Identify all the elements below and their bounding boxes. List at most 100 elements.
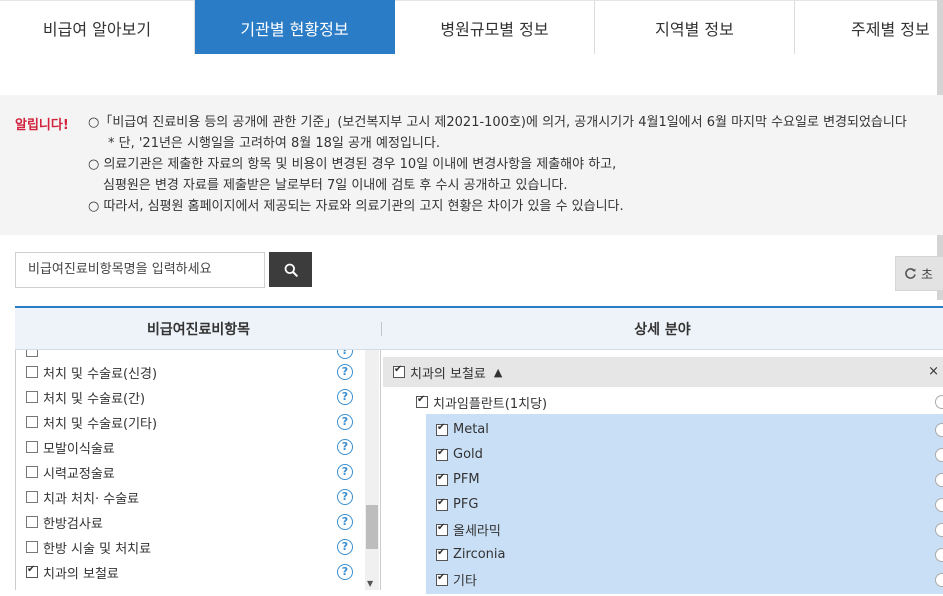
notice-text: ○「비급여 진료비용 등의 공개에 관한 기준」(보건복지부 고시 제2021-… <box>88 114 907 219</box>
reset-button[interactable]: 초 <box>895 256 943 291</box>
list-scrollbar[interactable]: ▼ <box>365 350 379 590</box>
radio-button[interactable] <box>935 395 943 409</box>
list-item[interactable]: 한방검사료 <box>26 512 103 532</box>
subcategory-row[interactable]: 치과임플란트(1치당) <box>416 390 943 414</box>
tab-region[interactable]: 지역별 정보 <box>595 0 795 54</box>
tab-topic[interactable]: 주제별 정보 <box>795 0 943 54</box>
detail-item[interactable]: 올세라믹 <box>436 517 943 542</box>
detail-item-label: Metal <box>453 422 489 437</box>
checkbox[interactable] <box>26 391 38 403</box>
help-icon[interactable]: ? <box>337 350 353 359</box>
detail-panel: 치과의 보철료 ▲ × 치과임플란트(1치당) Metal Gold PFM <box>383 350 943 596</box>
list-item[interactable]: 한방 시술 및 처치료 <box>26 537 151 557</box>
left-column-header: 비급여진료비항목 <box>146 322 251 338</box>
checkbox[interactable] <box>26 491 38 503</box>
close-icon[interactable]: × <box>928 364 939 379</box>
help-icon[interactable]: ? <box>337 414 353 430</box>
list-item-label: 처치 및 수술료(간) <box>43 391 146 407</box>
radio-button[interactable] <box>935 472 943 487</box>
notice-label: 알립니다! <box>15 118 69 133</box>
search-input[interactable]: 비급여진료비항목명을 입력하세요 <box>15 252 265 288</box>
detail-item[interactable]: 기타 <box>436 567 943 592</box>
checkbox[interactable] <box>26 516 38 528</box>
detail-item[interactable]: Zirconia <box>436 542 943 567</box>
checkbox-checked[interactable] <box>436 572 448 586</box>
radio-button[interactable] <box>935 547 943 562</box>
help-icon[interactable]: ? <box>337 464 353 480</box>
detail-item[interactable]: Gold <box>436 442 943 467</box>
help-icon[interactable]: ? <box>337 439 353 455</box>
list-item[interactable]: 처치 및 수술료(간) <box>26 387 145 407</box>
help-icon[interactable]: ? <box>337 564 353 580</box>
arrow-down-icon[interactable]: ▼ <box>367 579 373 588</box>
list-item-label: 시력교정술료 <box>43 466 115 482</box>
tab-hospital-size[interactable]: 병원규모별 정보 <box>395 0 595 54</box>
right-column-header: 상세 분야 <box>634 322 691 338</box>
detail-item-label: PFG <box>453 497 479 512</box>
reset-label: 초 <box>921 268 933 283</box>
search-icon <box>284 263 298 277</box>
radio-button[interactable] <box>935 497 943 512</box>
list-item[interactable]: 모발이식술료 <box>26 437 115 457</box>
help-icon[interactable]: ? <box>337 364 353 380</box>
checkbox-checked[interactable] <box>436 422 448 436</box>
list-item-label: 모발이식술료 <box>43 441 115 457</box>
list-item-label: 처치 및 수술료(기타) <box>43 416 158 432</box>
list-item[interactable]: 치과의 보철료 <box>26 562 119 582</box>
help-icon[interactable]: ? <box>337 489 353 505</box>
checkbox-checked[interactable] <box>436 497 448 511</box>
checkbox-checked[interactable] <box>436 472 448 486</box>
tab-bar: 비급여 알아보기 기관별 현황정보 병원규모별 정보 지역별 정보 주제별 정보 <box>0 0 943 54</box>
notice-line: ○ 따라서, 심평원 홈페이지에서 제공되는 자료와 의료기관의 고지 현황은 … <box>88 199 624 214</box>
search-button[interactable] <box>269 252 312 287</box>
detail-item-label: 올세라믹 <box>453 524 501 539</box>
subcategory-label: 치과임플란트(1치당) <box>433 396 548 412</box>
checkbox[interactable] <box>26 350 38 357</box>
detail-item[interactable]: PFG <box>436 492 943 517</box>
checkbox-checked[interactable] <box>436 522 448 536</box>
list-item-label: 처치 및 수술료(신경) <box>43 366 158 382</box>
list-item[interactable]: 치과 처치· 수술료 <box>26 487 139 507</box>
checkbox[interactable] <box>26 441 38 453</box>
list-item[interactable] <box>26 350 43 361</box>
notice-line: 심평원은 변경 자료를 제출받은 날로부터 7일 이내에 검토 후 수시 공개하… <box>103 178 568 193</box>
list-item-label: 치과의 보철료 <box>43 566 119 582</box>
list-item-label: 한방 시술 및 처치료 <box>43 541 152 557</box>
category-row[interactable]: 치과의 보철료 ▲ × <box>383 357 943 387</box>
list-item[interactable]: 처치 및 수술료(기타) <box>26 412 157 432</box>
help-icon[interactable]: ? <box>337 539 353 555</box>
detail-item-label: Gold <box>453 447 483 462</box>
notice-line: ○ 의료기관은 제출한 자료의 항목 및 비용이 변경된 경우 10일 이내에 … <box>88 157 617 172</box>
list-item[interactable]: 시력교정술료 <box>26 462 115 482</box>
help-icon[interactable]: ? <box>337 514 353 530</box>
chevron-up-icon[interactable]: ▲ <box>494 366 502 379</box>
checkbox-checked[interactable] <box>393 364 405 378</box>
detail-item[interactable]: PFM <box>436 467 943 492</box>
checkbox-checked[interactable] <box>26 564 38 578</box>
category-label: 치과의 보철료 <box>410 366 486 382</box>
detail-item[interactable]: Metal <box>436 417 943 442</box>
help-icon[interactable]: ? <box>337 389 353 405</box>
checkbox[interactable] <box>26 541 38 553</box>
item-list: ? 처치 및 수술료(신경) ? 처치 및 수술료(간) ? 처치 및 수술료(… <box>15 350 381 590</box>
checkbox[interactable] <box>26 416 38 428</box>
detail-item-label: 기타 <box>453 574 477 589</box>
checkbox[interactable] <box>26 466 38 478</box>
tab-nonpay-guide[interactable]: 비급여 알아보기 <box>0 0 195 54</box>
item-selection-panel: 비급여진료비항목 상세 분야 ? 처치 및 수술료(신경) ? 처치 및 수술료… <box>15 306 943 596</box>
detail-item-label: PFM <box>453 472 480 487</box>
radio-button[interactable] <box>935 447 943 462</box>
panel-header: 비급여진료비항목 상세 분야 <box>15 308 943 350</box>
tab-institution-status[interactable]: 기관별 현황정보 <box>195 0 395 54</box>
radio-button[interactable] <box>935 522 943 537</box>
radio-button[interactable] <box>935 422 943 437</box>
list-item-label: 치과 처치· 수술료 <box>43 491 140 507</box>
checkbox-checked[interactable] <box>436 447 448 461</box>
checkbox[interactable] <box>26 366 38 378</box>
checkbox-checked[interactable] <box>416 394 428 408</box>
list-item-label: 한방검사료 <box>43 516 103 532</box>
radio-button[interactable] <box>935 572 943 587</box>
checkbox-checked[interactable] <box>436 547 448 561</box>
list-item[interactable]: 처치 및 수술료(신경) <box>26 362 157 382</box>
scrollbar-thumb[interactable] <box>366 505 378 549</box>
